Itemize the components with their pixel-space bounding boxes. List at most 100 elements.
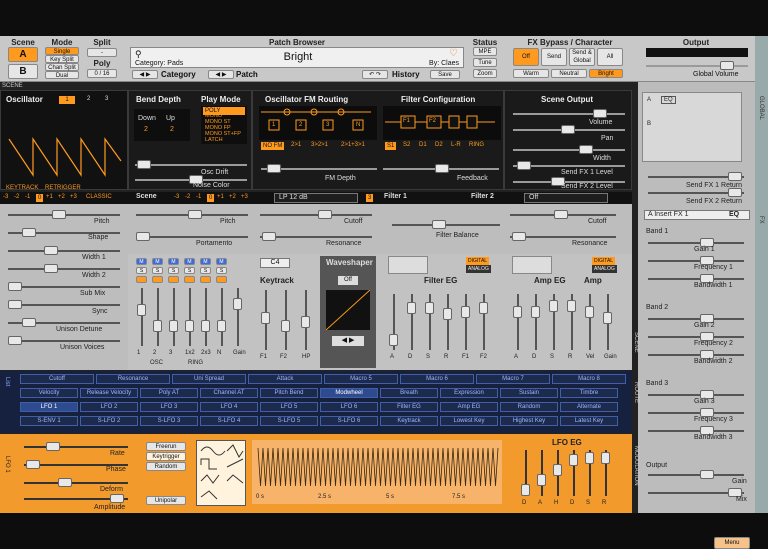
mixer-fader-track-4[interactable]: [205, 288, 207, 346]
mixer-solo-1[interactable]: S: [152, 267, 163, 274]
mod-row2-2[interactable]: Poly AT: [140, 388, 198, 398]
lfo-eg-knob-1[interactable]: [537, 474, 546, 486]
global-volume-knob[interactable]: [720, 61, 734, 70]
category-prev-next-button[interactable]: ◀ ▶: [132, 70, 158, 79]
menu-button[interactable]: Menu: [714, 537, 750, 549]
lfo-eg-track-1[interactable]: [541, 450, 543, 496]
keytrack-f1-knob[interactable]: [261, 312, 270, 324]
scene-a-button[interactable]: A: [8, 47, 38, 62]
unison-detune-knob[interactable]: [22, 318, 36, 327]
width2-track[interactable]: [8, 268, 120, 270]
osc-tab-1[interactable]: 1: [59, 96, 75, 104]
mixer-fader-track-2[interactable]: [173, 288, 175, 346]
filter-eg-track-3[interactable]: [447, 294, 449, 350]
filter-balance-track[interactable]: [392, 224, 500, 226]
character-warm[interactable]: Warm: [513, 69, 549, 78]
lfo-eg-knob-4[interactable]: [585, 452, 594, 464]
filter-eg-track-4[interactable]: [465, 294, 467, 350]
scene-octave-minus3[interactable]: -3: [174, 194, 179, 200]
fx-bypass-off[interactable]: Off: [513, 48, 539, 66]
mod-row2-6[interactable]: Breath: [380, 388, 438, 398]
fm-option-no-fm[interactable]: NO FM: [261, 142, 285, 150]
mod-row2-1[interactable]: Release Velocity: [80, 388, 138, 398]
resonance1-track[interactable]: [260, 236, 372, 238]
fx-bypass-send[interactable]: Send: [541, 48, 567, 66]
filter-option-s1[interactable]: S1: [385, 142, 397, 150]
lfo-amplitude-knob[interactable]: [110, 494, 124, 503]
amp-eg-knob-0[interactable]: [513, 306, 522, 318]
sync-knob[interactable]: [8, 300, 22, 309]
filter-eg-knob-5[interactable]: [479, 302, 488, 314]
lfo-deform-knob[interactable]: [58, 478, 72, 487]
scene-octave-plus3[interactable]: +3: [241, 194, 248, 200]
waveshaper-type[interactable]: Off: [338, 276, 358, 285]
mixer-solo-4[interactable]: S: [200, 267, 211, 274]
mod-row4-6[interactable]: Keytrack: [380, 416, 438, 426]
history-undo-redo-button[interactable]: ↶ ↷: [362, 70, 388, 79]
amp-eg-knob-5[interactable]: [603, 312, 612, 324]
filter-option-s2[interactable]: S2: [403, 142, 410, 148]
width2-knob[interactable]: [44, 264, 58, 273]
scene-octave-plus2[interactable]: +2: [229, 194, 236, 200]
mixer-fader-knob-5[interactable]: [217, 320, 226, 332]
unison-voices-knob[interactable]: [8, 336, 22, 345]
mod-row3-3[interactable]: LFO 4: [200, 402, 258, 412]
keytrack-f2-knob[interactable]: [281, 320, 290, 332]
mod-row1-3[interactable]: Attack: [248, 374, 322, 384]
mixer-mute-5[interactable]: M: [216, 258, 227, 265]
mixer-fader-track-6[interactable]: [237, 288, 239, 346]
amp-eg-knob-2[interactable]: [549, 300, 558, 312]
scene-octave-minus2[interactable]: -2: [185, 194, 190, 200]
osc-tab-3[interactable]: 3: [105, 96, 108, 102]
lfo-deform-track[interactable]: [24, 482, 128, 484]
filter1-type-dropdown[interactable]: LP 12 dB: [274, 193, 358, 203]
mod-row3-5[interactable]: LFO 6: [320, 402, 378, 412]
filter-option-l-r[interactable]: L-R: [451, 142, 461, 148]
mod-row3-9[interactable]: Alternate: [560, 402, 618, 412]
mod-row2-0[interactable]: Velocity: [20, 388, 78, 398]
volume-track[interactable]: [513, 113, 625, 115]
send-fx1-return-knob[interactable]: [728, 172, 742, 181]
lfo-phase-knob[interactable]: [26, 460, 40, 469]
mod-row2-4[interactable]: Pitch Bend: [260, 388, 318, 398]
mode-chan-split[interactable]: Chan Split: [45, 63, 79, 71]
amp-eg-knob-4[interactable]: [585, 306, 594, 318]
fx-band2-param2-track[interactable]: [648, 430, 744, 432]
mod-row3-8[interactable]: Random: [500, 402, 558, 412]
mod-row2-7[interactable]: Expression: [440, 388, 498, 398]
bend-down-value[interactable]: 2: [144, 126, 148, 133]
mod-row4-4[interactable]: S-LFO 5: [260, 416, 318, 426]
mod-row2-8[interactable]: Sustain: [500, 388, 558, 398]
mixer-fader-track-1[interactable]: [157, 288, 159, 346]
lfo-mode-keytrigger[interactable]: Keytrigger: [146, 452, 186, 461]
mod-row4-7[interactable]: Lowest Key: [440, 416, 498, 426]
filter-option-d1[interactable]: D1: [419, 142, 427, 148]
waveshaper-prev-next[interactable]: ◀ ▶: [332, 336, 364, 346]
amp-eg-knob-1[interactable]: [531, 306, 540, 318]
filter-eg-digital[interactable]: DIGITAL: [466, 257, 490, 265]
lfo-mode-random[interactable]: Random: [146, 462, 186, 471]
amp-eg-analog[interactable]: ANALOG: [592, 265, 617, 273]
width-knob[interactable]: [579, 145, 593, 154]
mixer-mute-4[interactable]: M: [200, 258, 211, 265]
fx-gain-track[interactable]: [648, 474, 744, 476]
lfo-eg-knob-5[interactable]: [601, 452, 610, 464]
status-tune-button[interactable]: Tune: [473, 58, 497, 67]
mod-row1-5[interactable]: Macro 6: [400, 374, 474, 384]
mixer-fader-track-3[interactable]: [189, 288, 191, 346]
mixer-solo-3[interactable]: S: [184, 267, 195, 274]
patch-display[interactable]: ⚲ Bright Category: Pads By: Claes ♡: [130, 47, 464, 68]
feedback-knob[interactable]: [435, 164, 449, 173]
filter-option-d2[interactable]: D2: [435, 142, 443, 148]
mixer-mute-2[interactable]: M: [168, 258, 179, 265]
keytrack-hp-knob[interactable]: [301, 316, 310, 328]
mode-dual[interactable]: Dual: [45, 71, 79, 79]
status-mpe-button[interactable]: MPE: [473, 47, 497, 56]
mixer-fader-track-5[interactable]: [221, 288, 223, 346]
fm-option-2-1-3-1[interactable]: 2>1+3>1: [341, 142, 365, 148]
osc-octave-plus3[interactable]: +3: [70, 194, 77, 200]
mod-row2-5[interactable]: Modwheel: [320, 388, 378, 398]
favorite-heart-icon[interactable]: ♡: [449, 48, 458, 59]
osc-octave-plus2[interactable]: +2: [58, 194, 65, 200]
fx-band0-param0-track[interactable]: [648, 242, 744, 244]
